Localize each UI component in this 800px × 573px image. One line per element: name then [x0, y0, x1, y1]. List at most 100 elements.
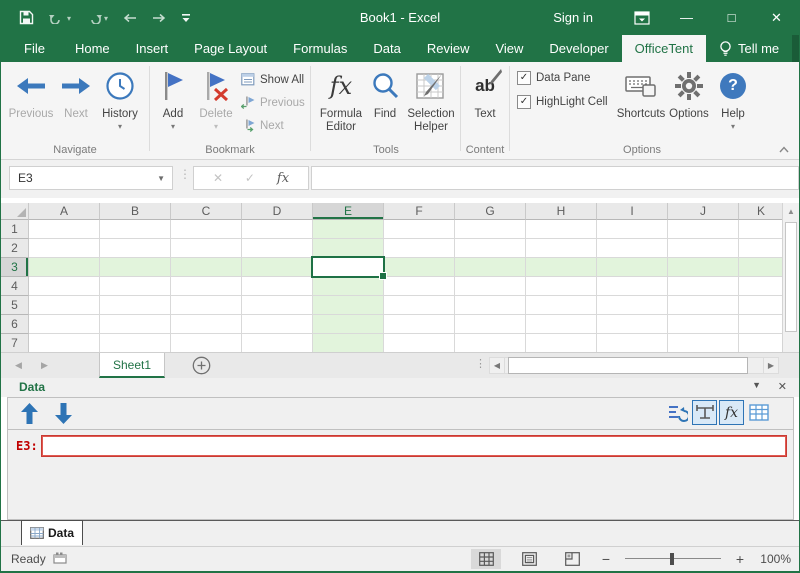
grid-cell-e5[interactable]: [313, 296, 384, 315]
tab-file[interactable]: File: [7, 35, 62, 62]
move-up-button[interactable]: [16, 401, 42, 426]
grid-cell-b3[interactable]: [100, 258, 171, 277]
column-header-i[interactable]: I: [597, 203, 668, 220]
grid-cell-c5[interactable]: [171, 296, 242, 315]
grid-cell-g7[interactable]: [455, 334, 526, 353]
tab-share[interactable]: Share: [792, 35, 800, 62]
grid-cell-h1[interactable]: [526, 220, 597, 239]
grid-cell-f6[interactable]: [384, 315, 455, 334]
grid-cell-k3[interactable]: [739, 258, 784, 277]
grid-cell-g2[interactable]: [455, 239, 526, 258]
grid-cell-k6[interactable]: [739, 315, 784, 334]
bookmark-previous-button[interactable]: Previous: [241, 92, 305, 113]
grid-cell-d4[interactable]: [242, 277, 313, 296]
grid-cell-j7[interactable]: [668, 334, 739, 353]
grid-cell-c2[interactable]: [171, 239, 242, 258]
grid-cell-c3[interactable]: [171, 258, 242, 277]
tab-formulas[interactable]: Formulas: [280, 35, 360, 62]
grid-cell-g3[interactable]: [455, 258, 526, 277]
grid-cell-j6[interactable]: [668, 315, 739, 334]
sign-in-button[interactable]: Sign in: [553, 10, 593, 25]
bookmark-next-button[interactable]: Next: [241, 115, 284, 136]
help-button[interactable]: ? Help ▾: [714, 66, 752, 130]
navigate-next-button[interactable]: Next: [58, 66, 94, 121]
grid-cell-a5[interactable]: [29, 296, 100, 315]
grid-cell-i4[interactable]: [597, 277, 668, 296]
horizontal-scroll-thumb[interactable]: [508, 357, 748, 374]
grid-cell-h6[interactable]: [526, 315, 597, 334]
show-formula-button[interactable]: fx: [719, 400, 744, 425]
zoom-level-label[interactable]: 100%: [759, 552, 791, 566]
grid-cell-g1[interactable]: [455, 220, 526, 239]
selected-cell-outline[interactable]: [311, 256, 385, 278]
table-view-button[interactable]: [746, 400, 771, 425]
name-box[interactable]: E3 ▼: [9, 166, 173, 190]
grid-cell-d1[interactable]: [242, 220, 313, 239]
row-header-7[interactable]: 7: [1, 334, 29, 353]
grid-cell-f1[interactable]: [384, 220, 455, 239]
collapse-ribbon-button[interactable]: [779, 146, 789, 153]
name-box-dropdown-icon[interactable]: ▼: [157, 174, 165, 183]
grid-cell-c4[interactable]: [171, 277, 242, 296]
grid-cell-b7[interactable]: [100, 334, 171, 353]
zoom-slider[interactable]: [625, 552, 721, 566]
move-down-button[interactable]: [50, 401, 76, 426]
maximize-button[interactable]: □: [709, 0, 754, 35]
tab-insert[interactable]: Insert: [123, 35, 182, 62]
column-header-c[interactable]: C: [171, 203, 242, 220]
sheet-prev-icon[interactable]: ◀: [15, 353, 22, 378]
grid-cell-d2[interactable]: [242, 239, 313, 258]
bookmark-show-all-button[interactable]: Show All: [241, 69, 304, 90]
close-button[interactable]: ✕: [754, 0, 799, 35]
scroll-up-icon[interactable]: ▲: [783, 203, 799, 219]
grid-cell-e7[interactable]: [313, 334, 384, 353]
grid-cell-h7[interactable]: [526, 334, 597, 353]
grid-cell-a7[interactable]: [29, 334, 100, 353]
grid-cell-h2[interactable]: [526, 239, 597, 258]
tab-data[interactable]: Data: [360, 35, 413, 62]
column-header-d[interactable]: D: [242, 203, 313, 220]
sheet-next-icon[interactable]: ▶: [41, 353, 48, 378]
pane-menu-icon[interactable]: ▼: [752, 380, 761, 390]
tab-view[interactable]: View: [482, 35, 536, 62]
column-header-a[interactable]: A: [29, 203, 100, 220]
tab-review[interactable]: Review: [414, 35, 483, 62]
grid-cell-b4[interactable]: [100, 277, 171, 296]
grid-cell-j4[interactable]: [668, 277, 739, 296]
grid-cell-i6[interactable]: [597, 315, 668, 334]
grid-cell-j2[interactable]: [668, 239, 739, 258]
grid-cell-i7[interactable]: [597, 334, 668, 353]
grid-cell-e1[interactable]: [313, 220, 384, 239]
tab-officetent[interactable]: OfficeTent: [622, 35, 706, 62]
sheet-tab-sheet1[interactable]: Sheet1: [99, 353, 165, 378]
grid-cell-f2[interactable]: [384, 239, 455, 258]
grid-cell-b2[interactable]: [100, 239, 171, 258]
highlight-cell-checkbox[interactable]: ✓ HighLight Cell: [517, 95, 608, 109]
bookmark-add-button[interactable]: Add ▾: [154, 66, 192, 130]
insert-function-icon[interactable]: fx: [277, 171, 289, 186]
formula-editor-button[interactable]: fx Formula Editor: [314, 66, 368, 134]
grid-cell-k1[interactable]: [739, 220, 784, 239]
bookmark-delete-button[interactable]: Delete ▾: [194, 66, 238, 130]
grid-cell-i3[interactable]: [597, 258, 668, 277]
grid-cell-j1[interactable]: [668, 220, 739, 239]
pane-tab-data[interactable]: Data: [21, 520, 83, 545]
find-button[interactable]: Find: [368, 66, 402, 121]
grid-cell-k5[interactable]: [739, 296, 784, 315]
pane-close-icon[interactable]: ✕: [778, 380, 787, 393]
row-header-4[interactable]: 4: [1, 277, 29, 296]
grid-cell-e4[interactable]: [313, 277, 384, 296]
grid-cell-b5[interactable]: [100, 296, 171, 315]
grid-cell-d6[interactable]: [242, 315, 313, 334]
tab-developer[interactable]: Developer: [536, 35, 621, 62]
grid-cell-d3[interactable]: [242, 258, 313, 277]
grid-cell-a3[interactable]: [29, 258, 100, 277]
row-header-2[interactable]: 2: [1, 239, 29, 258]
grid-cell-i2[interactable]: [597, 239, 668, 258]
grid-cell-k7[interactable]: [739, 334, 784, 353]
navigate-previous-button[interactable]: Previous: [6, 66, 56, 121]
grid-cell-b6[interactable]: [100, 315, 171, 334]
row-header-6[interactable]: 6: [1, 315, 29, 334]
grid-cell-a1[interactable]: [29, 220, 100, 239]
macro-record-icon[interactable]: [53, 552, 67, 564]
